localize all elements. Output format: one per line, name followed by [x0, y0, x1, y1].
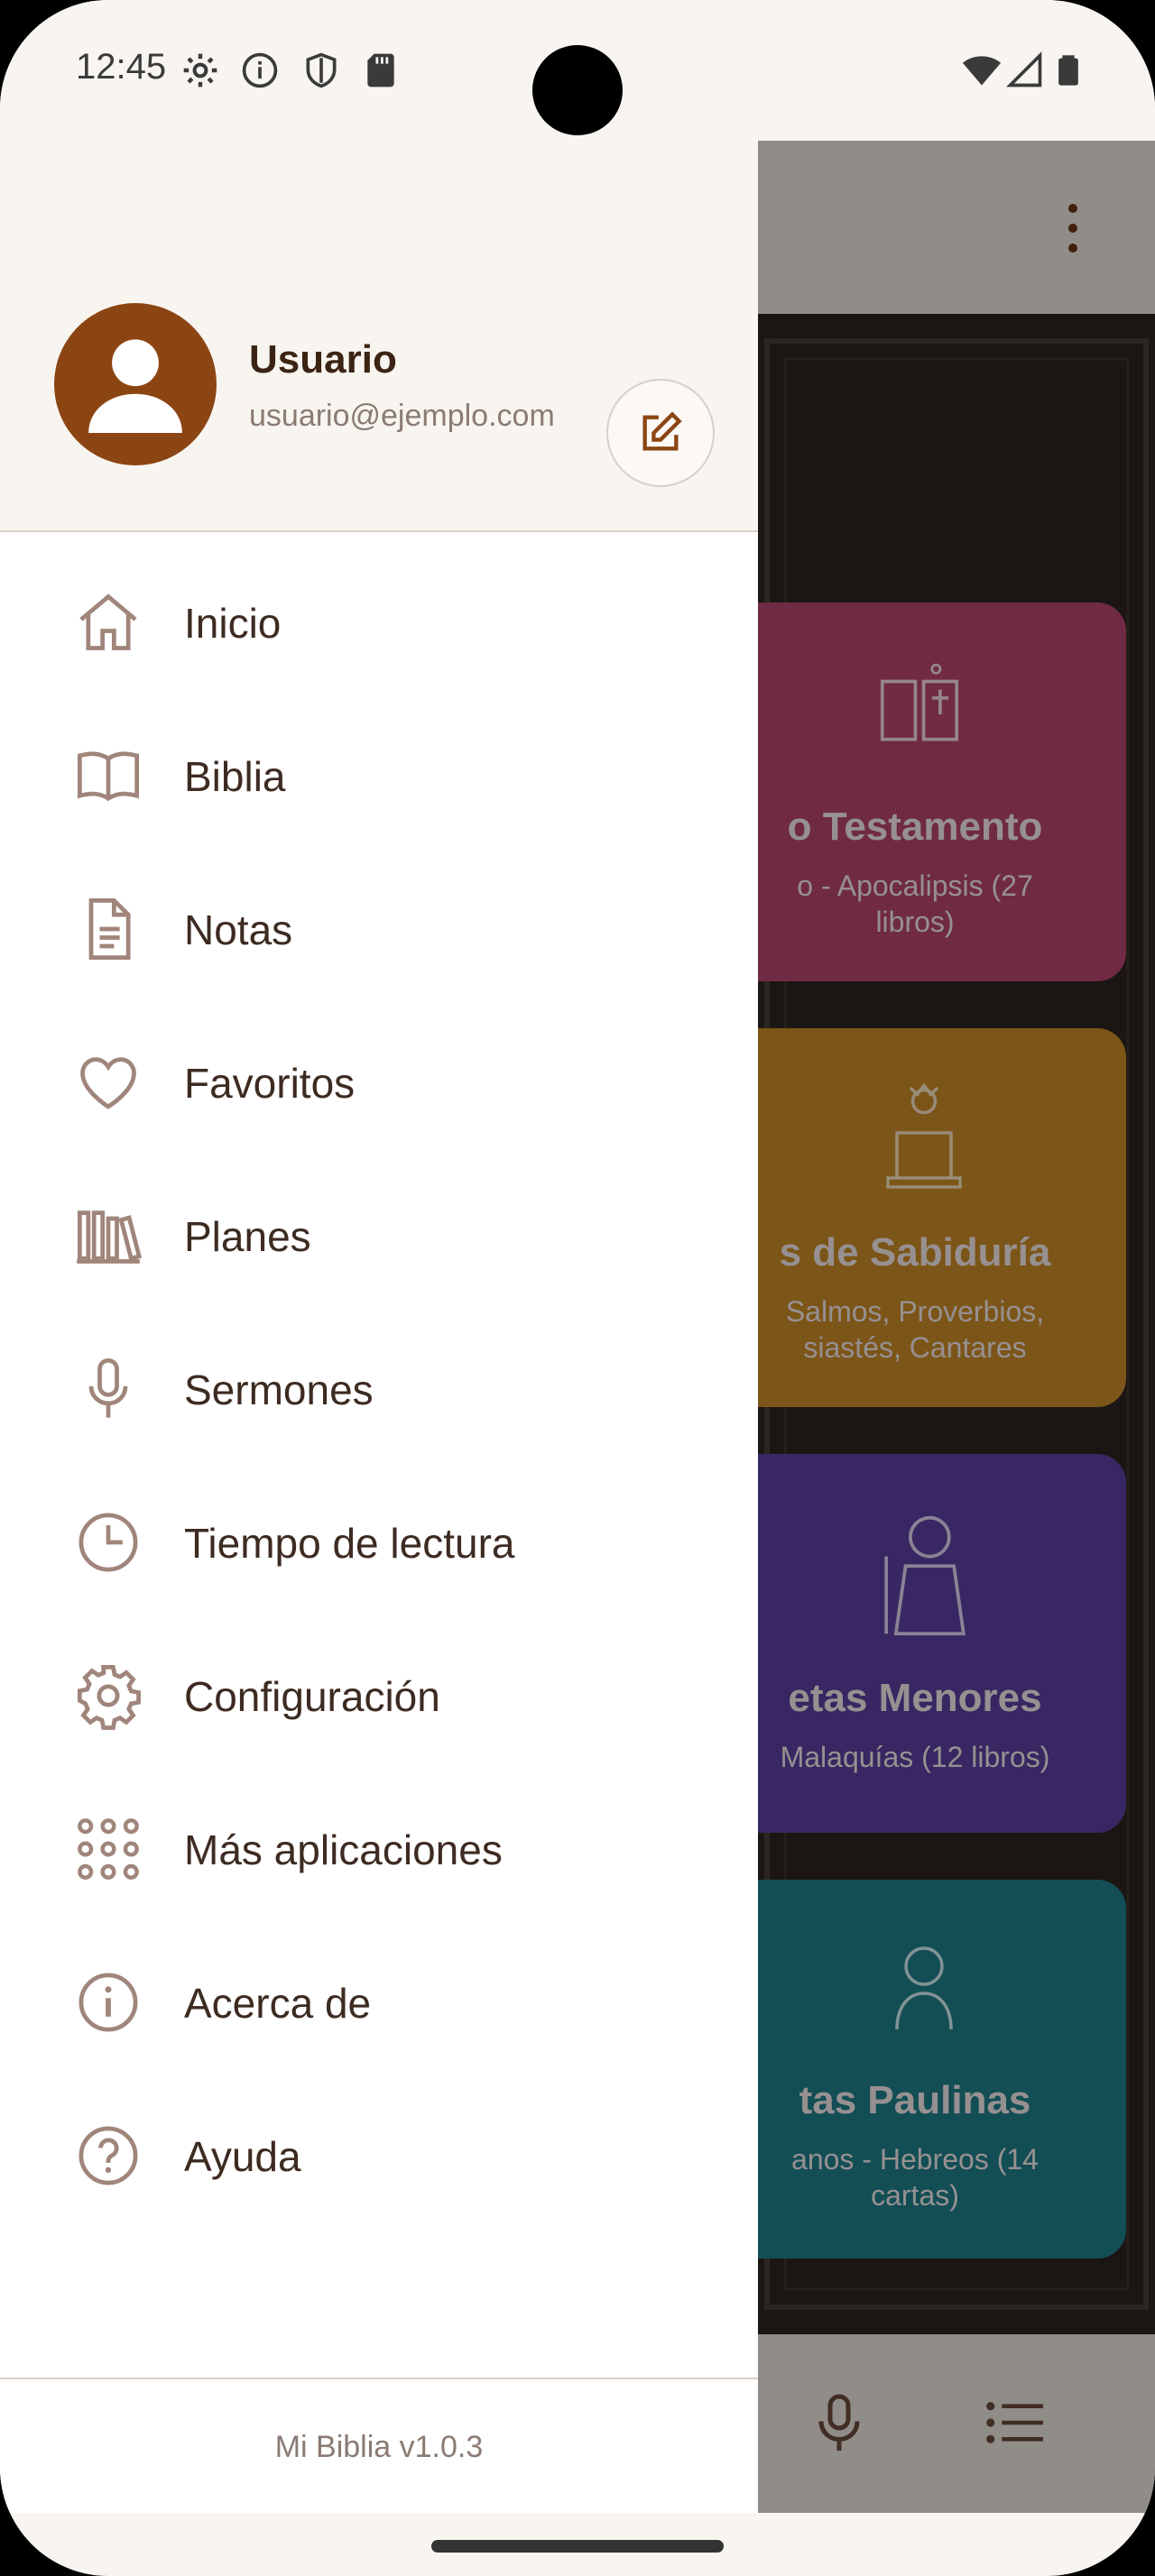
- status-time: 12:45: [76, 47, 167, 87]
- menu-item-label: Notas: [184, 906, 293, 953]
- wifi-icon: [962, 56, 1002, 86]
- menu-item-label: Favoritos: [184, 1060, 356, 1107]
- microphone-icon: [88, 1357, 128, 1418]
- menu-item-sermones[interactable]: Sermones: [0, 1308, 758, 1461]
- menu-item-label: Ayuda: [184, 2133, 301, 2180]
- drawer-menu: Inicio Biblia Notas Favoritos Planes Ser…: [0, 541, 758, 2228]
- signal-icon: [1006, 51, 1042, 87]
- menu-item-label: Sermones: [184, 1366, 374, 1413]
- menu-item-configuracion[interactable]: Configuración: [0, 1615, 758, 1768]
- info-icon: [79, 1973, 138, 2032]
- help-icon: [79, 2126, 138, 2185]
- heart-icon: [80, 1057, 136, 1109]
- menu-item-label: Planes: [184, 1213, 311, 1260]
- menu-item-biblia[interactable]: Biblia: [0, 695, 758, 848]
- battery-icon: [1058, 55, 1078, 86]
- menu-item-favoritos[interactable]: Favoritos: [0, 1001, 758, 1155]
- info-icon: [242, 52, 278, 88]
- status-bar: 12:45: [0, 0, 1155, 141]
- menu-item-notas[interactable]: Notas: [0, 848, 758, 1001]
- front-camera: [532, 45, 623, 135]
- phone-screen: 12:45 o Testamento o - Apocalipsis (27 li…: [0, 0, 1155, 2576]
- menu-item-planes[interactable]: Planes: [0, 1155, 758, 1308]
- menu-item-label: Tiempo de lectura: [184, 1520, 515, 1567]
- shield-icon: [306, 52, 337, 88]
- menu-item-label: Inicio: [184, 600, 282, 647]
- document-icon: [88, 897, 131, 961]
- drawer-scrim[interactable]: [758, 141, 1155, 2513]
- menu-item-label: Acerca de: [184, 1980, 372, 2027]
- sd-card-icon: [367, 53, 394, 87]
- avatar[interactable]: [54, 303, 217, 465]
- menu-item-ayuda[interactable]: Ayuda: [0, 2075, 758, 2228]
- menu-item-label: Más aplicaciones: [184, 1826, 503, 1873]
- navigation-drawer: Usuario usuario@ejemplo.com Inicio Bibli…: [0, 141, 758, 2513]
- user-name: Usuario: [249, 337, 397, 382]
- menu-item-acerca-de[interactable]: Acerca de: [0, 1921, 758, 2075]
- menu-item-mas-aplicaciones[interactable]: Más aplicaciones: [0, 1768, 758, 1921]
- drawer-header: Usuario usuario@ejemplo.com: [0, 141, 758, 532]
- edit-icon: [642, 411, 682, 451]
- clock-icon: [79, 1513, 138, 1572]
- user-icon: [88, 339, 182, 433]
- menu-item-inicio[interactable]: Inicio: [0, 541, 758, 695]
- menu-item-label: Biblia: [184, 753, 286, 800]
- menu-item-tiempo-de-lectura[interactable]: Tiempo de lectura: [0, 1461, 758, 1615]
- user-email: usuario@ejemplo.com: [249, 399, 555, 433]
- library-icon: [77, 1210, 143, 1264]
- edit-profile-button[interactable]: [606, 379, 715, 487]
- menu-item-label: Configuración: [184, 1673, 440, 1720]
- gear-icon: [77, 1664, 141, 1730]
- settings-icon: [183, 53, 217, 87]
- book-open-icon: [77, 751, 140, 802]
- grid-dots-icon: [78, 1818, 139, 1880]
- drawer-footer: Mi Biblia v1.0.3: [0, 2378, 758, 2515]
- home-icon: [79, 593, 137, 650]
- home-indicator[interactable]: [431, 2540, 724, 2553]
- app-version: Mi Biblia v1.0.3: [274, 2430, 484, 2464]
